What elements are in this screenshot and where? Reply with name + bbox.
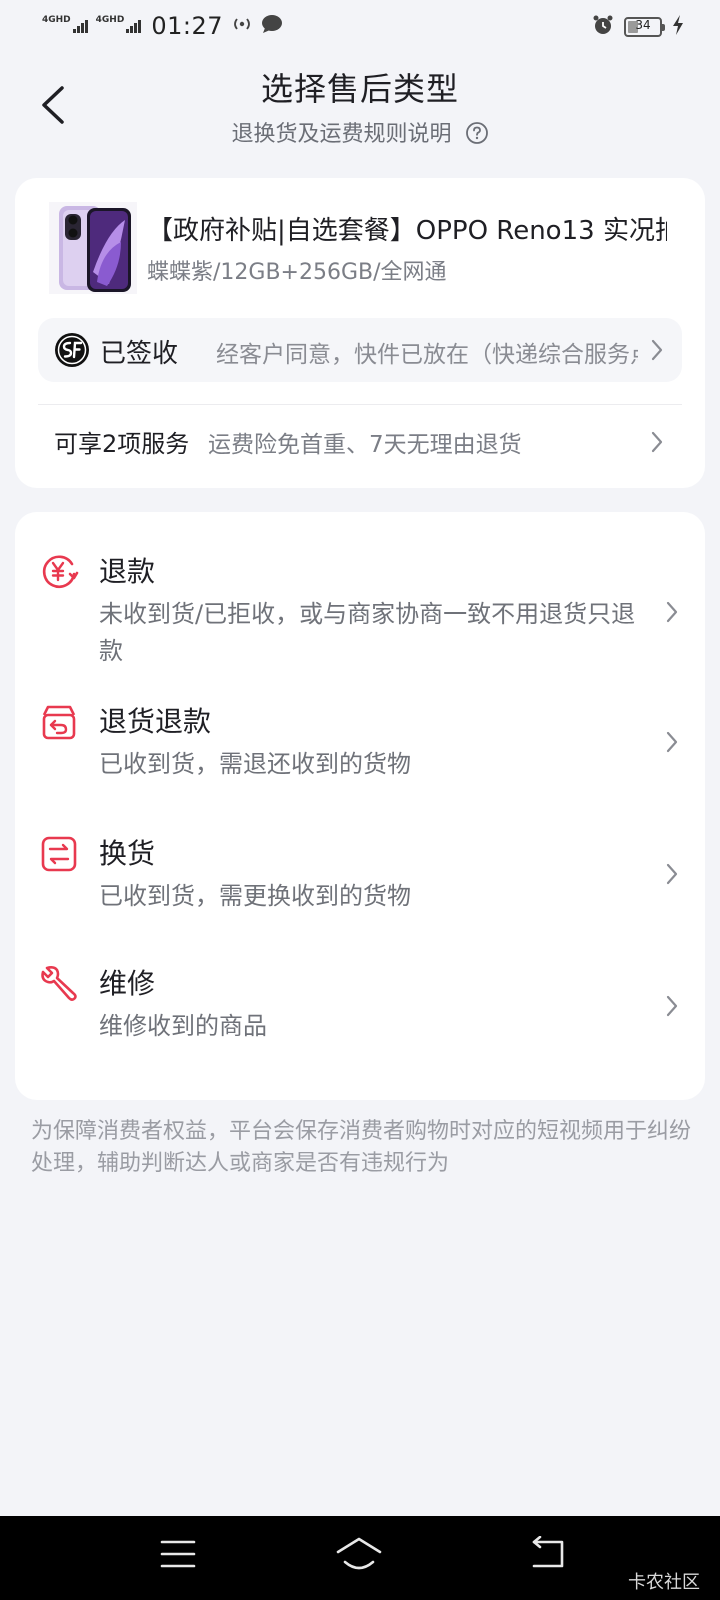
exchange-icon	[39, 834, 79, 878]
type-desc: 已收到货，需更换收到的货物	[99, 882, 411, 910]
status-bar: 4GHD 4GHD 01:27 34	[0, 0, 720, 56]
rules-link-text: 退换货及运费规则说明	[231, 122, 452, 147]
network-type-label: 4GHD	[95, 15, 125, 25]
signal-bars-icon	[125, 19, 142, 33]
services-row[interactable]: 可享2项服务 运费险免首重、7天无理由退货	[38, 418, 682, 474]
help-question-icon	[465, 121, 489, 151]
battery-percent: 34	[635, 18, 651, 32]
status-left: 4GHD 4GHD 01:27	[42, 12, 283, 40]
status-right: 34	[592, 14, 684, 40]
home-button[interactable]	[334, 1536, 384, 1578]
menu-button[interactable]	[160, 1538, 196, 1574]
status-time: 01:27	[151, 12, 223, 40]
type-return-refund[interactable]: 退货退款 已收到货，需退还收到的货物	[15, 698, 705, 818]
services-count: 可享2项服务	[54, 430, 190, 458]
chevron-right-icon	[666, 731, 678, 753]
chevron-right-icon	[666, 601, 678, 623]
delivery-status-row[interactable]: 已签收 经客户同意，快件已放在（快递综合服务点）	[38, 318, 682, 382]
message-bubble-icon	[261, 14, 283, 38]
rules-link[interactable]: 退换货及运费规则说明	[0, 116, 720, 151]
charging-bolt-icon	[672, 15, 684, 39]
alarm-clock-icon	[592, 14, 614, 40]
after-sale-types-card: 退款 未收到货/已拒收，或与商家协商一致不用退货只退款 退货退款 已收到货，需退…	[15, 512, 705, 1100]
type-title: 维修	[99, 967, 156, 1000]
menu-lines-icon	[160, 1540, 196, 1568]
delivery-status-label: 已签收	[100, 339, 179, 369]
chevron-right-icon	[651, 339, 663, 361]
hotspot-icon	[231, 15, 253, 37]
type-title: 换货	[99, 837, 156, 870]
delivery-detail-text: 经客户同意，快件已放在（快递综合服务点）	[216, 342, 638, 368]
product-card: 【政府补贴|自选套餐】OPPO Reno13 实况拍照手机 蝶蝶紫/12GB+2…	[15, 178, 705, 488]
chevron-right-icon	[651, 431, 663, 453]
type-repair[interactable]: 维修 维修收到的商品	[15, 962, 705, 1082]
chevron-right-icon	[666, 863, 678, 885]
system-nav-bar	[0, 1516, 720, 1600]
return-arrow-icon	[532, 1535, 564, 1568]
type-title: 退货退款	[99, 705, 212, 738]
refund-yen-icon	[39, 552, 79, 596]
network-type-label: 4GHD	[42, 15, 71, 25]
home-icon	[336, 1537, 382, 1570]
chevron-right-icon	[666, 995, 678, 1017]
signal-2: 4GHD	[96, 15, 142, 33]
return-box-icon	[39, 702, 79, 746]
divider	[38, 404, 682, 405]
page-title: 选择售后类型	[260, 70, 459, 108]
type-exchange[interactable]: 换货 已收到货，需更换收到的货物	[15, 830, 705, 950]
type-desc: 已收到货，需退还收到的货物	[99, 750, 411, 778]
privacy-footnote: 为保障消费者权益，平台会保存消费者购物时对应的短视频用于纠纷处理，辅助判断达人或…	[31, 1119, 692, 1176]
product-title[interactable]: 【政府补贴|自选套餐】OPPO Reno13 实况拍照手机	[147, 210, 667, 247]
wrench-icon	[39, 964, 79, 1008]
services-list: 运费险免首重、7天无理由退货	[208, 432, 522, 458]
sf-express-logo-icon	[54, 332, 90, 372]
battery-icon: 34	[624, 17, 665, 37]
back-nav-button[interactable]	[530, 1535, 566, 1576]
type-desc: 未收到货/已拒收，或与商家协商一致不用退货只退款	[99, 600, 636, 665]
product-image[interactable]	[49, 202, 137, 294]
type-desc: 维修收到的商品	[99, 1012, 267, 1040]
signal-bars-icon	[72, 19, 88, 33]
watermark: 卡农社区	[628, 1572, 700, 1593]
signal-1: 4GHD	[42, 15, 88, 33]
product-spec: 蝶蝶紫/12GB+256GB/全网通	[147, 260, 447, 285]
type-refund[interactable]: 退款 未收到货/已拒收，或与商家协商一致不用退货只退款	[15, 530, 705, 680]
type-title: 退款	[99, 555, 156, 588]
